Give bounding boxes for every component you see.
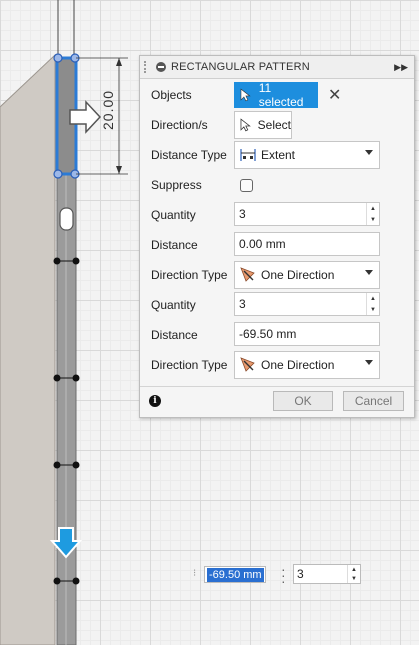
objects-selected-value: 11 selected bbox=[258, 81, 304, 109]
rectangular-pattern-panel: RECTANGULAR PATTERN ▶▶ Objects 11 select… bbox=[139, 55, 415, 418]
distance1-row: Distance 0.00 mm bbox=[140, 230, 414, 260]
distance-type-label: Distance Type bbox=[151, 148, 227, 162]
suppress-label: Suppress bbox=[151, 178, 202, 192]
distance-type-value: Extent bbox=[261, 148, 296, 162]
chevron-down-icon bbox=[365, 270, 373, 275]
quantity2-row: Quantity 3 ▲ ▼ bbox=[140, 290, 414, 320]
distance1-label: Distance bbox=[151, 238, 198, 252]
cursor-icon bbox=[240, 118, 251, 132]
distance1-input[interactable]: 0.00 mm bbox=[234, 232, 380, 256]
grip-handle-icon[interactable] bbox=[144, 61, 152, 73]
suppress-checkbox[interactable] bbox=[240, 179, 253, 192]
quantity1-row: Quantity 3 ▲ ▼ bbox=[140, 200, 414, 230]
directions-select-button[interactable]: Select bbox=[234, 111, 292, 139]
canvas-quantity-input[interactable]: 3 ▲ ▼ bbox=[293, 564, 361, 584]
distance1-value: 0.00 mm bbox=[239, 237, 286, 251]
panel-footer: i OK Cancel bbox=[140, 386, 414, 417]
quantity2-stepper[interactable]: ▲ ▼ bbox=[366, 293, 379, 315]
direction-icon bbox=[240, 357, 255, 372]
chevron-down-icon bbox=[365, 360, 373, 365]
panel-title: RECTANGULAR PATTERN bbox=[171, 61, 310, 73]
distance-type-dropdown[interactable]: Extent bbox=[234, 141, 380, 169]
quantity2-value: 3 bbox=[239, 297, 246, 311]
canvas-quantity-value: 3 bbox=[297, 567, 304, 581]
direction-icon bbox=[240, 267, 255, 282]
drag-grip-icon: ⁝ bbox=[193, 568, 197, 579]
distance2-label: Distance bbox=[151, 328, 198, 342]
fast-forward-icon[interactable]: ▶▶ bbox=[394, 62, 408, 73]
extent-icon bbox=[240, 149, 256, 161]
canvas-quantity-stepper[interactable]: ▲ ▼ bbox=[347, 565, 360, 583]
directions-select-label: Select bbox=[257, 118, 291, 132]
direction-type1-label: Direction Type bbox=[151, 268, 228, 282]
suppress-row: Suppress bbox=[140, 170, 414, 200]
distance2-row: Distance -69.50 mm bbox=[140, 320, 414, 350]
canvas-distance-value: -69.50 mm bbox=[207, 568, 264, 582]
quantity1-value: 3 bbox=[239, 207, 246, 221]
chevron-down-icon bbox=[365, 150, 373, 155]
direction-type1-value: One Direction bbox=[261, 268, 335, 282]
quantity2-label: Quantity bbox=[151, 298, 196, 312]
body-face bbox=[0, 53, 56, 645]
directions-label: Direction/s bbox=[151, 118, 208, 132]
direction-type2-dropdown[interactable]: One Direction bbox=[234, 351, 380, 379]
distance-type-row: Distance Type Extent bbox=[140, 140, 414, 170]
quantity1-input[interactable]: 3 ▲ ▼ bbox=[234, 202, 380, 226]
cursor-icon bbox=[240, 88, 251, 102]
pill-handle bbox=[59, 207, 74, 231]
close-icon[interactable]: ✕ bbox=[328, 85, 341, 105]
directions-row: Direction/s Select bbox=[140, 110, 414, 140]
objects-label: Objects bbox=[151, 88, 192, 102]
objects-row: Objects 11 selected ✕ bbox=[140, 80, 414, 110]
minus-icon[interactable] bbox=[156, 62, 166, 72]
distance2-value: -69.50 mm bbox=[239, 327, 297, 341]
quantity1-label: Quantity bbox=[151, 208, 196, 222]
quantity2-input[interactable]: 3 ▲ ▼ bbox=[234, 292, 380, 316]
dimension-label[interactable]: 20.00 bbox=[100, 90, 116, 130]
distance2-input[interactable]: -69.50 mm bbox=[234, 322, 380, 346]
quantity1-stepper[interactable]: ▲ ▼ bbox=[366, 203, 379, 225]
panel-header[interactable]: RECTANGULAR PATTERN ▶▶ bbox=[140, 56, 414, 79]
direction-type2-label: Direction Type bbox=[151, 358, 228, 372]
direction-type1-row: Direction Type One Direction bbox=[140, 260, 414, 290]
info-icon[interactable]: i bbox=[149, 395, 161, 407]
canvas-distance-input[interactable]: -69.50 mm bbox=[204, 566, 266, 583]
direction-type2-value: One Direction bbox=[261, 358, 335, 372]
direction-type2-row: Direction Type One Direction bbox=[140, 350, 414, 380]
vertical-grip-icon: · · · bbox=[281, 561, 286, 589]
ok-button[interactable]: OK bbox=[273, 391, 333, 411]
cancel-button[interactable]: Cancel bbox=[343, 391, 404, 411]
objects-selection-button[interactable]: 11 selected bbox=[234, 81, 318, 109]
direction-type1-dropdown[interactable]: One Direction bbox=[234, 261, 380, 289]
